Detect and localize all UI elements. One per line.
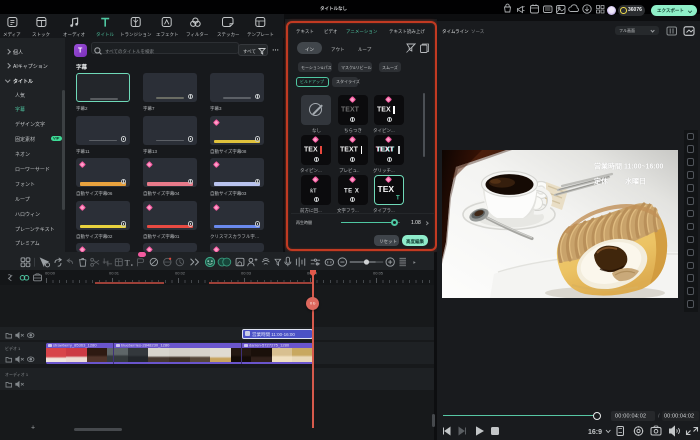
svg-text:T: T: [125, 258, 130, 267]
svg-text:16:9: 16:9: [588, 429, 602, 436]
